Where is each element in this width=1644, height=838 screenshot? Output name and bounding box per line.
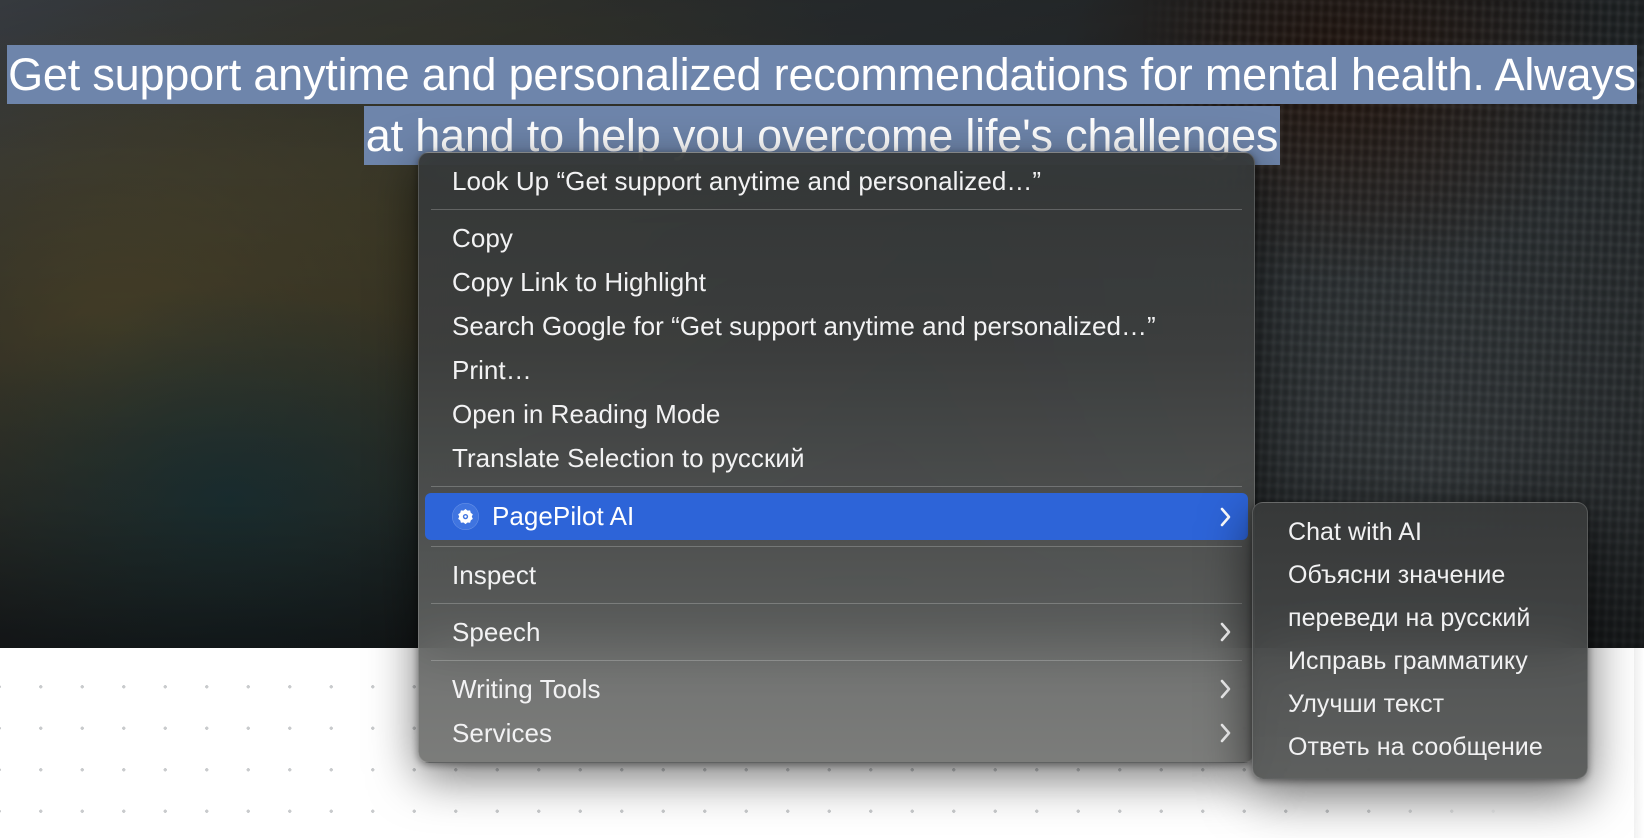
menu-item-speech[interactable]: Speech (425, 610, 1248, 654)
submenu-item-label: Объясни значение (1288, 561, 1505, 590)
chevron-right-icon (1218, 676, 1234, 702)
menu-item-translate-selection-to[interactable]: Translate Selection to русский (425, 436, 1248, 480)
submenu-item-3[interactable]: переведи на русский (1259, 597, 1581, 640)
context-menu[interactable]: Look Up “Get support anytime and persona… (418, 152, 1255, 763)
submenu-item-label: Ответь на сообщение (1288, 733, 1543, 762)
submenu-item-1[interactable]: Chat with AI (1259, 511, 1581, 554)
menu-item-label: Writing Tools (452, 674, 1208, 705)
menu-item-label: Print… (452, 355, 1234, 386)
menu-item-label: Inspect (452, 560, 1234, 591)
menu-separator (431, 660, 1242, 661)
submenu-item-label: Chat with AI (1288, 518, 1422, 547)
submenu-item-label: Улучши текст (1288, 690, 1444, 719)
submenu-item-label: Исправь грамматику (1288, 647, 1528, 676)
submenu-item-5[interactable]: Улучши текст (1259, 683, 1581, 726)
menu-item-open-in-reading-mode[interactable]: Open in Reading Mode (425, 392, 1248, 436)
submenu-item-2[interactable]: Объясни значение (1259, 554, 1581, 597)
selected-text[interactable]: Get support anytime and personalized rec… (7, 45, 1637, 165)
menu-item-label: PagePilot AI (492, 501, 1208, 532)
menu-item-label: Search Google for “Get support anytime a… (452, 311, 1234, 342)
menu-item-pagepilot-ai[interactable]: PagePilot AI (425, 493, 1248, 540)
menu-item-label: Look Up “Get support anytime and persona… (452, 166, 1234, 197)
menu-item-label: Copy (452, 223, 1234, 254)
menu-item-label: Translate Selection to русский (452, 443, 1234, 474)
page-headline: Get support anytime and personalized rec… (0, 44, 1644, 166)
menu-item-label: Services (452, 718, 1208, 749)
menu-separator (431, 486, 1242, 487)
menu-item-services[interactable]: Services (425, 711, 1248, 755)
menu-item-look-up-get-support-anytime-and-pe[interactable]: Look Up “Get support anytime and persona… (425, 159, 1248, 203)
menu-item-print[interactable]: Print… (425, 348, 1248, 392)
menu-item-label: Copy Link to Highlight (452, 267, 1234, 298)
chevron-right-icon (1218, 504, 1234, 530)
submenu-item-label: переведи на русский (1288, 604, 1530, 633)
menu-separator (431, 209, 1242, 210)
menu-item-writing-tools[interactable]: Writing Tools (425, 667, 1248, 711)
menu-item-copy-link-to-highlight[interactable]: Copy Link to Highlight (425, 260, 1248, 304)
menu-item-copy[interactable]: Copy (425, 216, 1248, 260)
menu-separator (431, 603, 1242, 604)
menu-item-inspect[interactable]: Inspect (425, 553, 1248, 597)
pagepilot-submenu[interactable]: Chat with AI Объясни значение переведи на … (1252, 502, 1588, 779)
screen: Get support anytime and personalized rec… (0, 0, 1644, 838)
menu-item-search-google-for-get-support-anyt[interactable]: Search Google for “Get support anytime a… (425, 304, 1248, 348)
submenu-item-4[interactable]: Исправь грамматику (1259, 640, 1581, 683)
menu-item-label: Speech (452, 617, 1208, 648)
submenu-item-6[interactable]: Ответь на сообщение (1259, 726, 1581, 769)
chevron-right-icon (1218, 619, 1234, 645)
pagepilot-badge-icon (452, 503, 479, 530)
menu-separator (431, 546, 1242, 547)
page-right-edge (1634, 648, 1644, 838)
menu-item-label: Open in Reading Mode (452, 399, 1234, 430)
chevron-right-icon (1218, 720, 1234, 746)
